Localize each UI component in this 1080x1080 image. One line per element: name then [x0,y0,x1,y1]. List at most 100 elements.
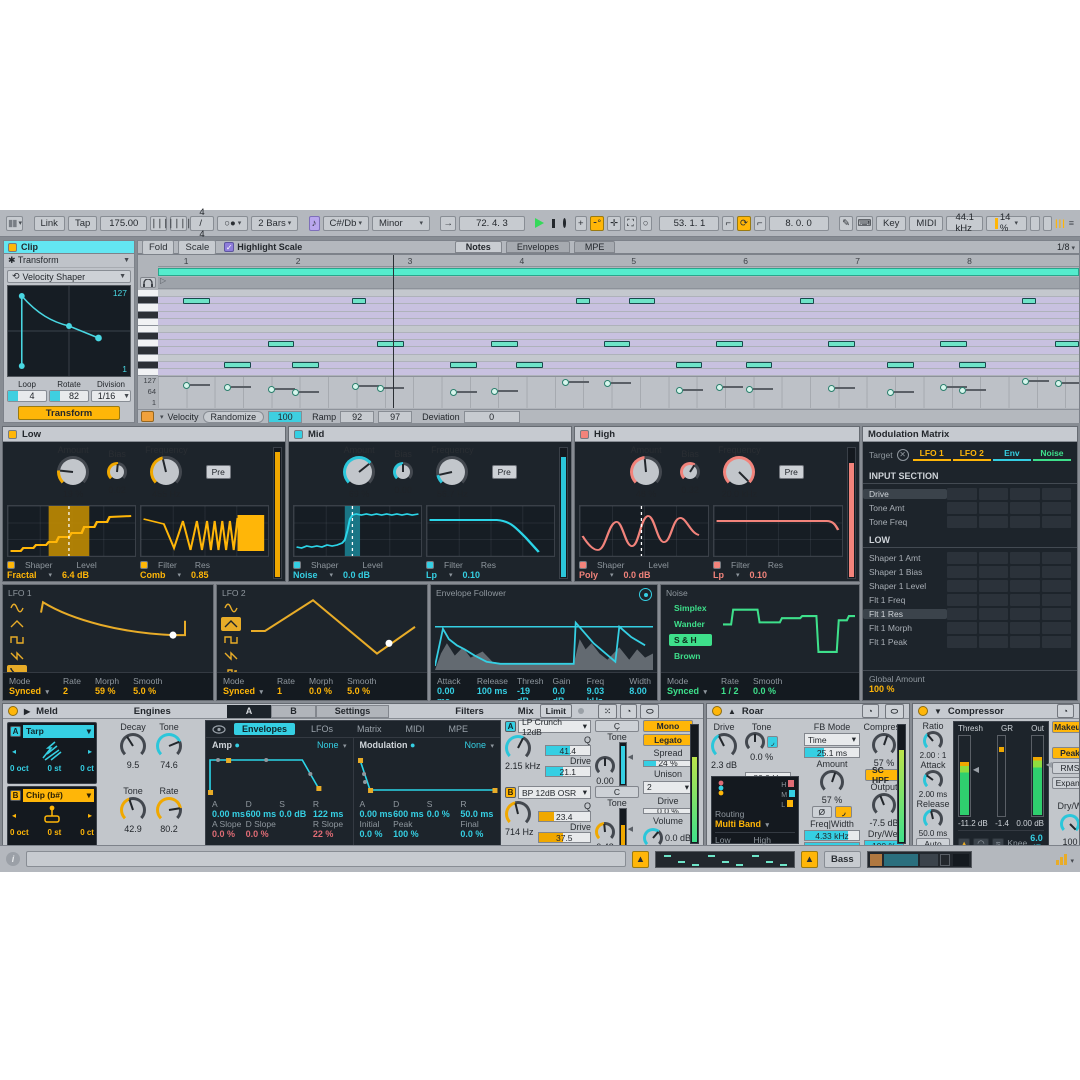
refresh-icon[interactable]: ⟲ [12,271,20,282]
amp-env-display[interactable] [206,752,353,796]
thresh-value[interactable]: -11.2 dB [958,819,988,828]
velocity-marker[interactable] [267,385,275,393]
mid-amount-knob[interactable]: Amount 69 % [343,445,376,499]
mod-a[interactable]: 0.00 ms [360,809,394,819]
high-shaper-type[interactable]: Poly [579,570,598,580]
subtab-envelopes[interactable]: Envelopes [234,723,296,735]
scale-root-menu[interactable]: C#/Db ▾ [322,215,369,231]
matrix-cell[interactable] [1041,635,1071,648]
matrix-cell[interactable] [1041,487,1071,500]
lane-chevron-icon[interactable]: ▾ [160,413,164,421]
engine-b-knob2[interactable]: Rate 80.2 [156,786,182,848]
filter-b-freq-knob[interactable]: 714 Hz [505,801,534,843]
roar-dial-icon[interactable]: ◔ [861,704,879,718]
high-filter-type[interactable]: Lp [713,570,724,580]
piano-key[interactable] [138,340,158,348]
compressor-drywet-knob[interactable] [1060,814,1079,834]
lfo-shape-saw-icon[interactable] [7,649,27,663]
mini-clip-overview[interactable] [655,850,795,868]
noise-type-wander[interactable]: Wander [669,618,712,630]
fb-mode-select[interactable]: Time ▾ [804,733,860,746]
filter-a-q-field[interactable]: 41.4 [544,745,591,756]
piano-key[interactable] [138,325,158,334]
midi-note[interactable] [828,340,856,347]
amp-r-slope[interactable]: 22 % [313,829,347,839]
play-button[interactable] [535,218,545,228]
velocity-marker[interactable] [939,384,947,392]
matrix-source-column[interactable]: LFO 2 [952,448,991,461]
compressor-dial-icon[interactable]: ◔ [1056,704,1074,718]
velocity-marker[interactable] [491,387,499,395]
velocity-marker[interactable] [449,388,457,396]
tab-envelopes[interactable]: Envelopes [505,241,570,253]
capture-midi-icon[interactable]: ✛ [607,215,622,231]
low-pre-button[interactable]: Pre [205,465,231,479]
fb-amount-knob[interactable] [820,770,844,794]
nudge-up-icon[interactable]: ❘❘❘❘ [167,215,193,231]
low-level[interactable]: 6.4 dB [62,570,89,580]
matrix-cell[interactable] [1010,621,1040,634]
scale-name-menu[interactable]: Minor ▾ [371,215,430,231]
midi-note[interactable] [267,340,295,347]
midi-note[interactable] [939,340,967,347]
note-grid[interactable] [158,290,1079,376]
matrix-cell[interactable] [1010,579,1040,592]
mono-button[interactable]: Mono [643,720,693,732]
midi-note[interactable] [628,297,656,304]
low-shaper-type[interactable]: Fractal [7,570,37,580]
compress-knob[interactable] [872,733,896,757]
highlight-scale-toggle[interactable]: ✓ Highlight Scale [224,242,302,252]
matrix-cell[interactable] [1010,551,1040,564]
noise-rate[interactable]: Rate 1 / 2 [721,676,739,696]
matrix-cell[interactable] [978,501,1008,514]
engine-a-knob2[interactable]: Tone 74.6 [156,722,182,784]
matrix-cell[interactable] [1010,487,1040,500]
low-filter-checkbox[interactable] [140,561,148,569]
mid-frequency-knob[interactable]: Frequency 56.7 Hz [431,445,474,499]
envfollower-release[interactable]: Release 100 ms [477,676,508,696]
rms-button[interactable]: RMS [1052,762,1079,774]
matrix-cell[interactable] [978,515,1008,528]
fb-filter-button[interactable]: ◞ [835,806,853,818]
high-res[interactable]: 0.10 [750,570,768,580]
roar-fold-icon[interactable]: ▲ [728,707,736,716]
velocity-marker[interactable] [887,388,895,396]
lfo-shape-saw-icon[interactable] [221,649,241,663]
mix-drive-field[interactable]: 0.0 % [643,807,693,814]
piano-key[interactable] [138,368,158,377]
noise-smooth[interactable]: Smooth 0.0 % [753,676,782,696]
filter-a-level-slider[interactable]: ◀ [619,742,633,786]
loop-start-field[interactable]: 53. 1. 1 [659,215,720,231]
midi-note[interactable] [1055,340,1079,347]
midi-note[interactable] [799,297,814,304]
meld-dial-icon[interactable]: ◔ [620,704,638,719]
velocity-marker[interactable] [603,380,611,388]
mid-bias-knob[interactable]: Bias 0.00 [393,449,414,495]
filter-a-drive-field[interactable]: 21.1 [544,766,591,777]
transform-section-header[interactable]: ✱ Transform ▼ [4,254,134,268]
grid-resolution-menu[interactable]: 1/8 ▾ [1057,242,1075,252]
arrangement-position-field[interactable]: 72. 4. 3 [458,215,525,231]
engine-a-ct[interactable]: 0 ct [80,764,94,773]
matrix-cell[interactable] [978,487,1008,500]
punch-in-icon[interactable]: ⌐ [722,215,735,231]
lfo-shape-sine-icon[interactable] [7,601,27,615]
record-button[interactable] [563,218,567,228]
engine-b-select[interactable]: Chip (b#) ▾ [23,789,94,802]
mod-initial[interactable]: 0.0 % [360,829,394,839]
roar-lock-icon[interactable]: ⬭ [884,704,904,719]
matrix-cell[interactable] [1010,565,1040,578]
matrix-cell[interactable] [947,515,977,528]
velocity-marker[interactable] [959,387,967,395]
engine-a-st[interactable]: 0 st [48,764,62,773]
matrix-row-label[interactable]: Drive [863,488,947,499]
matrix-cell[interactable] [978,593,1008,606]
matrix-source-column[interactable]: Env [992,448,1031,461]
lfo1-smooth[interactable]: Smooth 5.0 % [133,676,162,696]
out-value[interactable]: 0.00 dB [1016,819,1044,828]
piano-key[interactable] [138,347,158,355]
matrix-cell[interactable] [978,565,1008,578]
matrix-cell[interactable] [947,565,977,578]
filter-b-level-slider[interactable]: ◀ [619,808,633,848]
matrix-cell[interactable] [1041,501,1071,514]
